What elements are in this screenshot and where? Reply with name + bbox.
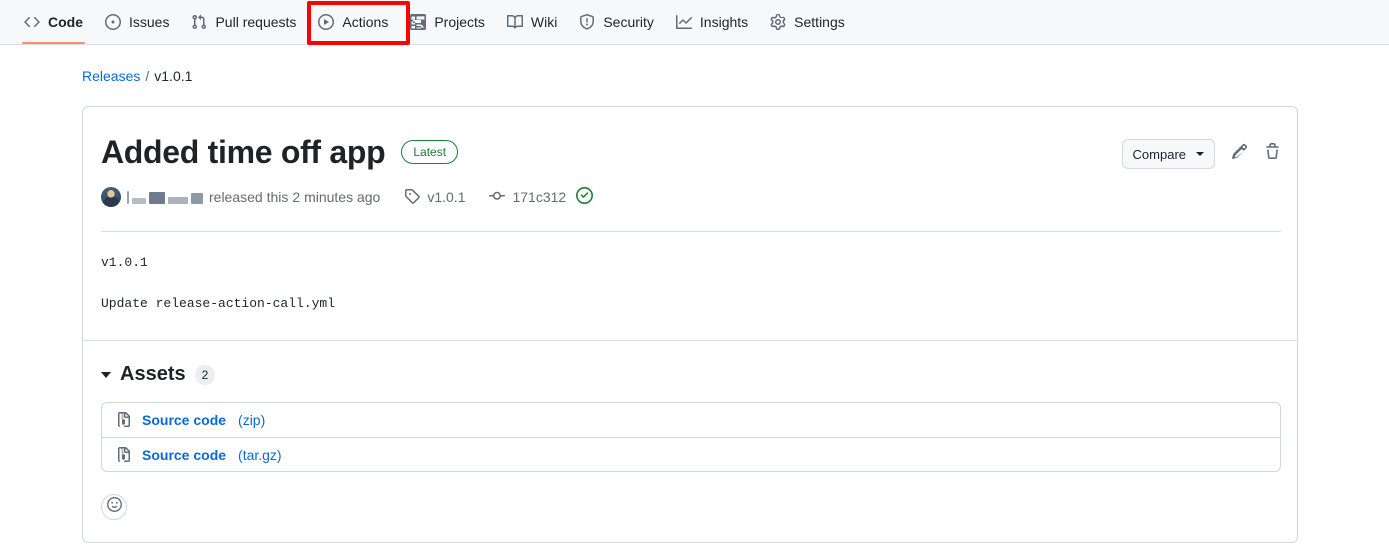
assets-section: Assets 2 Source code (zip) Source code (…: [101, 341, 1281, 542]
release-body-line: v1.0.1: [101, 255, 148, 271]
asset-extension: (zip): [238, 412, 266, 429]
nav-item-label: Insights: [699, 14, 749, 30]
nav-item-wiki[interactable]: Wiki: [497, 0, 567, 44]
shield-icon: [579, 14, 595, 30]
breadcrumb-separator: /: [145, 68, 150, 84]
release-body: v1.0.1 Update release-action-call.yml: [101, 232, 1281, 314]
graph-icon: [675, 14, 692, 30]
verified-check-icon: [576, 187, 594, 207]
asset-name: Source code: [142, 446, 227, 463]
delete-release-button[interactable]: [1264, 143, 1281, 165]
nav-item-projects[interactable]: Projects: [400, 0, 495, 44]
nav-item-insights[interactable]: Insights: [666, 0, 758, 44]
page-content: Releases / v1.0.1 Added time off app Lat…: [0, 45, 1389, 544]
chevron-down-icon: [1196, 152, 1204, 156]
triangle-down-icon: [101, 371, 111, 378]
tag-name: v1.0.1: [427, 189, 466, 206]
compare-button[interactable]: Compare: [1121, 139, 1215, 169]
assets-list: Source code (zip) Source code (tar.gz): [101, 402, 1281, 473]
tag-chip[interactable]: v1.0.1: [404, 188, 465, 207]
commit-chip[interactable]: 171c312: [489, 188, 566, 207]
breadcrumb-releases-link[interactable]: Releases: [82, 68, 140, 84]
author-username-redacted[interactable]: [127, 190, 203, 205]
nav-item-code[interactable]: Code: [14, 0, 93, 44]
breadcrumb-current: v1.0.1: [154, 68, 193, 84]
nav-item-settings[interactable]: Settings: [760, 0, 855, 44]
pencil-icon: [1231, 143, 1248, 165]
file-zip-icon: [116, 446, 132, 463]
reactions-row: [101, 472, 1281, 542]
compare-button-label: Compare: [1132, 146, 1186, 162]
table-icon: [410, 14, 427, 30]
nav-item-label: Settings: [794, 14, 845, 30]
gear-icon: [770, 14, 786, 30]
book-icon: [506, 14, 523, 30]
repo-nav-list: Code Issues Pull requests Actions Projec: [0, 0, 1389, 44]
nav-item-pull-requests[interactable]: Pull requests: [181, 0, 306, 44]
list-item[interactable]: Source code (tar.gz): [102, 437, 1280, 471]
release-title-group: Added time off app Latest: [101, 133, 459, 171]
nav-item-label: Wiki: [530, 14, 558, 30]
status-badge: Latest: [401, 140, 459, 165]
release-meta-row: released this 2 minutes ago v1.0.1 171c3…: [101, 187, 1281, 208]
tag-icon: [404, 188, 421, 207]
release-actions: Compare: [1121, 133, 1281, 169]
smiley-icon: [106, 497, 122, 517]
nav-item-label: Security: [603, 14, 654, 30]
nav-item-security[interactable]: Security: [569, 0, 664, 44]
git-commit-icon: [489, 188, 506, 207]
asset-extension: (tar.gz): [238, 446, 282, 463]
code-icon: [24, 14, 40, 30]
git-pull-request-icon: [191, 14, 207, 30]
release-card: Added time off app Latest Compare releas…: [82, 106, 1298, 544]
release-title-row: Added time off app Latest Compare: [101, 123, 1281, 171]
nav-item-label: Code: [48, 14, 83, 30]
release-body-line: Update release-action-call.yml: [101, 296, 336, 312]
list-item[interactable]: Source code (zip): [102, 403, 1280, 437]
play-icon: [318, 14, 335, 30]
page-title: Added time off app: [101, 134, 386, 170]
nav-item-label: Actions: [342, 14, 389, 30]
nav-item-issues[interactable]: Issues: [95, 0, 179, 44]
nav-item-label: Projects: [434, 14, 485, 30]
file-zip-icon: [116, 412, 132, 428]
avatar[interactable]: [101, 187, 121, 208]
released-this-label: released this: [209, 189, 289, 206]
repo-nav-header: Code Issues Pull requests Actions Projec: [0, 0, 1389, 45]
breadcrumb: Releases / v1.0.1: [82, 45, 1389, 84]
commit-sha: 171c312: [512, 189, 567, 206]
assets-count-badge: 2: [194, 364, 216, 385]
trash-icon: [1264, 143, 1281, 165]
release-card-inner: Added time off app Latest Compare releas…: [83, 107, 1297, 542]
asset-name: Source code: [142, 412, 227, 429]
nav-item-label: Pull requests: [215, 14, 297, 30]
verified-badge: [576, 187, 594, 207]
nav-item-label: Issues: [129, 14, 170, 30]
add-reaction-button[interactable]: [101, 494, 127, 521]
issue-opened-icon: [105, 14, 121, 30]
edit-release-button[interactable]: [1231, 143, 1248, 165]
nav-item-actions[interactable]: Actions: [308, 0, 398, 44]
assets-title: Assets: [120, 363, 186, 386]
assets-toggle[interactable]: Assets 2: [101, 341, 1281, 386]
released-timestamp: 2 minutes ago: [292, 189, 381, 206]
